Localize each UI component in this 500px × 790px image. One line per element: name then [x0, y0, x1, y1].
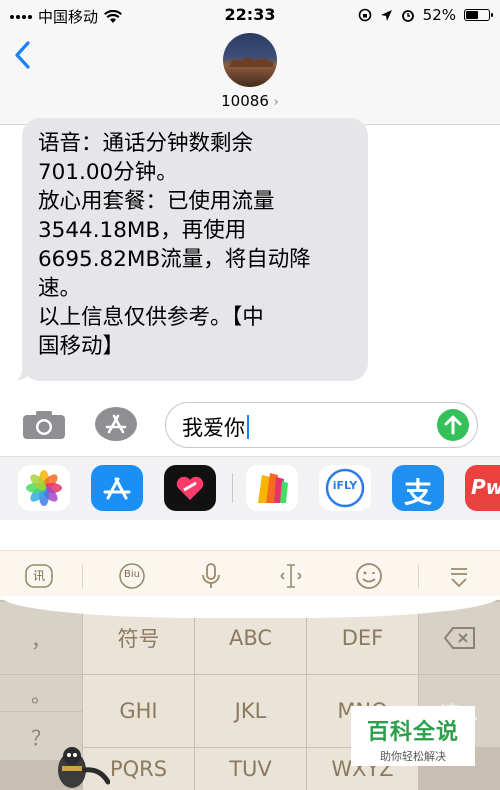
mascot-decoration [58, 747, 110, 788]
books-app[interactable] [246, 465, 298, 511]
ghi-key[interactable]: GHI [83, 675, 194, 747]
keyboard-gap [0, 520, 500, 550]
arrow-up-icon [444, 415, 462, 435]
chevron-left-icon [15, 41, 30, 69]
contact-avatar[interactable] [223, 33, 277, 87]
text-caret [247, 415, 249, 439]
compose-bar: 我爱你 [0, 398, 500, 454]
emoji-button[interactable] [354, 561, 384, 591]
heart-app[interactable] [164, 465, 216, 511]
conversation-header: 10086 › [0, 30, 500, 125]
ifly-logo-button[interactable]: 讯 [24, 561, 54, 591]
message-input-text: 我爱你 [182, 416, 245, 440]
backspace-key[interactable] [419, 602, 500, 674]
comma-key[interactable]: ， [0, 602, 82, 674]
ifly-logo-label: 讯 [32, 569, 45, 583]
location-icon [380, 9, 392, 21]
emoji-icon [356, 563, 382, 589]
app-store-button[interactable] [94, 406, 138, 442]
jkl-key[interactable]: JKL [195, 675, 306, 747]
camera-button[interactable] [22, 410, 66, 440]
hide-keyboard-button[interactable] [444, 561, 474, 591]
books-icon [258, 473, 288, 503]
app-store-icon [103, 477, 131, 500]
chevron-right-icon: › [273, 95, 279, 110]
hide-keyboard-icon [451, 568, 467, 588]
battery-percent: 52% [422, 6, 456, 24]
alipay-icon: 支 [403, 476, 432, 509]
battery-icon [464, 9, 493, 21]
status-right: 52% [358, 6, 493, 24]
tuv-key[interactable]: TUV [195, 748, 306, 790]
alarm-icon [401, 10, 414, 22]
toolbar-separator [82, 565, 83, 589]
voice-input-button[interactable] [196, 561, 226, 591]
contact-name-button[interactable]: 10086 › [0, 92, 500, 110]
biu-label: Biu [124, 569, 140, 580]
cursor-icon [280, 564, 302, 588]
period-key[interactable]: 。 [0, 675, 82, 711]
watermark-subtitle: 助你轻松解决 [380, 750, 446, 763]
rotation-lock-icon [358, 8, 371, 22]
back-button[interactable] [14, 38, 30, 78]
app-store-app[interactable] [91, 465, 143, 511]
camera-icon [23, 411, 65, 439]
app-store-icon [95, 407, 137, 441]
microphone-icon [202, 563, 220, 588]
contact-name: 10086 [221, 92, 269, 110]
ifly-label: iFLY [332, 479, 358, 492]
app-drawer: iFLY 支 Pw [0, 456, 500, 520]
ifly-app[interactable]: iFLY [319, 465, 371, 511]
biu-button[interactable]: Biu [117, 561, 147, 591]
app-drawer-divider [232, 473, 233, 503]
heart-app-icon [176, 476, 204, 500]
received-message-bubble[interactable]: 语音：通话分钟数剩余 701.00分钟。 放心用套餐：已使用流量 3544.18… [22, 118, 368, 381]
alipay-app[interactable]: 支 [392, 465, 444, 511]
toolbar-separator [418, 565, 419, 589]
send-button[interactable] [437, 409, 469, 441]
photos-app[interactable] [18, 465, 70, 511]
backspace-icon [443, 627, 475, 649]
pw-app[interactable]: Pw [465, 465, 500, 511]
pw-app-icon: Pw [471, 475, 500, 499]
message-input[interactable]: 我爱你 [165, 402, 478, 448]
cursor-control-button[interactable] [276, 561, 306, 591]
watermark-title: 百科全说 [366, 720, 459, 745]
photos-icon [26, 470, 62, 506]
status-bar: 中国移动 22:33 52% [0, 0, 500, 30]
watermark-badge: 百科全说 助你轻松解决 [351, 706, 475, 766]
keyboard-toolbar: 讯 Biu [0, 550, 500, 602]
